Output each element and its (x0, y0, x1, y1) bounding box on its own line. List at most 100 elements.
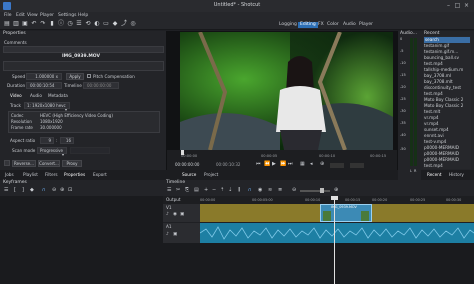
fast-forward-icon[interactable]: ⏩ (280, 162, 286, 167)
tab-filters[interactable]: Filters (45, 172, 58, 177)
rewind-icon[interactable]: ⏪ (264, 162, 270, 167)
toggle-icon[interactable]: ◆ (30, 188, 34, 193)
list-item[interactable]: p0000-MERMAID (424, 145, 459, 150)
menu-view[interactable]: View (27, 13, 38, 19)
layout-color[interactable]: Color (327, 22, 339, 28)
apply-button[interactable]: Apply (66, 73, 84, 80)
aspect-width-input[interactable]: 9 (40, 137, 54, 144)
timeline-playhead-handle[interactable] (331, 196, 338, 200)
tab-metadata[interactable]: Metadata (48, 93, 68, 98)
tab-history[interactable]: History (449, 172, 464, 177)
video-preview[interactable] (180, 32, 393, 150)
field-order-select[interactable] (70, 147, 110, 154)
out-point-field[interactable] (350, 163, 364, 168)
speed-input[interactable]: 1.000000 x (26, 73, 62, 80)
overwrite-icon[interactable]: ⇣ (228, 188, 232, 193)
menu-help[interactable]: Help (78, 13, 88, 19)
lift-icon[interactable]: ⇡ (220, 188, 224, 193)
timeline-playhead[interactable] (334, 196, 335, 284)
list-item[interactable]: test.mlt (424, 109, 440, 114)
scan-mode-select[interactable]: Progressive ▾ (37, 147, 67, 157)
tab-export[interactable]: Export (93, 172, 107, 177)
open-other-icon[interactable]: ▥ (12, 21, 20, 29)
layout-fx[interactable]: FX (318, 22, 324, 28)
zoom-in-icon[interactable]: ⊕ (60, 188, 64, 193)
recent-icon[interactable]: ◷ (66, 21, 74, 29)
append-icon[interactable]: + (204, 188, 208, 193)
skip-start-icon[interactable]: ⏮ (256, 162, 261, 167)
reverse-icon[interactable] (4, 160, 10, 166)
list-item[interactable]: test.mp4 (424, 61, 443, 66)
cut-icon[interactable]: ✂ (176, 188, 180, 193)
export-icon[interactable]: ⤴ (120, 21, 128, 29)
ripple-icon[interactable]: ≋ (268, 188, 272, 193)
list-item[interactable]: bay_3708.mlt (424, 79, 453, 84)
menu-settings[interactable]: Settings (58, 13, 76, 19)
list-item[interactable]: vr.mp4 (424, 121, 439, 126)
open-file-icon[interactable]: ▤ (3, 21, 11, 29)
comments-field[interactable] (3, 46, 164, 53)
undo-icon[interactable]: ↶ (30, 21, 38, 29)
audio-track-a1[interactable] (199, 223, 474, 243)
tab-playlist[interactable]: Playlist (23, 172, 38, 177)
list-item[interactable]: test-v.mp4 (424, 139, 446, 144)
filters-icon[interactable]: ◐ (93, 21, 101, 29)
zoom-in-icon[interactable]: ⊕ (334, 188, 338, 193)
zoom-slider[interactable] (300, 190, 330, 192)
zoom-slider-handle[interactable] (320, 188, 324, 193)
list-item[interactable]: discontinuity_test (424, 85, 461, 90)
list-item[interactable]: test.mp4 (424, 163, 443, 168)
jobs-icon[interactable]: ◎ (129, 21, 137, 29)
properties-icon[interactable]: ⓘ (57, 21, 65, 29)
lock-icon[interactable]: ▣ (173, 232, 177, 238)
playlist-icon[interactable]: ☰ (75, 21, 83, 29)
zoom-out-icon[interactable]: ⊖ (52, 188, 56, 193)
prev-keyframe-icon[interactable]: [ (14, 188, 16, 193)
hide-icon[interactable]: ◉ (173, 212, 177, 218)
peak-meter-icon[interactable]: ▮ (48, 21, 56, 29)
copy-icon[interactable]: ⎘ (185, 188, 189, 193)
tab-audio[interactable]: Audio (30, 93, 42, 98)
layout-player[interactable]: Player (359, 22, 373, 28)
list-item[interactable]: Moto Boy Classic 2 (424, 103, 463, 108)
layout-editing[interactable]: Editing (298, 21, 318, 28)
list-item[interactable]: vr.mp4 (424, 115, 439, 120)
timeline-position-input[interactable]: 00:00:00:00 (83, 82, 119, 89)
reverse-button[interactable]: Reverse... (12, 160, 36, 167)
menu-player[interactable]: Player (40, 13, 54, 19)
menu-icon[interactable]: ☰ (167, 188, 171, 193)
list-item[interactable]: testanim.gif.m... (424, 49, 458, 54)
zoom-out-icon[interactable]: ⊖ (292, 188, 296, 193)
ripple-all-icon[interactable]: ≣ (278, 188, 282, 193)
minimize-icon[interactable]: – (445, 3, 452, 9)
next-keyframe-icon[interactable]: ] (22, 188, 24, 193)
split-icon[interactable]: ⫼ (238, 188, 240, 193)
maximize-icon[interactable]: □ (454, 3, 461, 9)
snap-icon[interactable]: ∩ (248, 188, 252, 193)
keyframes-icon[interactable]: ◆ (111, 21, 119, 29)
menu-file[interactable]: File (4, 13, 12, 19)
list-item[interactable]: bay_3708.ml (424, 73, 451, 78)
menu-edit[interactable]: Edit (16, 13, 25, 19)
list-item[interactable]: ennnt.avi (424, 133, 444, 138)
track-select[interactable]: 1: 1920x1080 hevc ▾ (24, 102, 70, 112)
aspect-height-input[interactable]: 16 (60, 137, 74, 144)
tab-jobs[interactable]: Jobs (5, 172, 14, 177)
menu-icon[interactable]: ☰ (4, 188, 8, 193)
grid-icon[interactable]: ▦ (300, 162, 305, 167)
duration-input[interactable]: 00:00:10:54 (26, 82, 62, 89)
tab-recent[interactable]: Recent (427, 172, 441, 177)
layout-audio[interactable]: Audio (343, 22, 356, 28)
list-item[interactable]: test.mp4 (424, 91, 443, 96)
tab-video[interactable]: Video (10, 93, 22, 98)
list-item[interactable]: testanim.gif (424, 43, 449, 48)
pitch-compensation-checkbox[interactable] (87, 74, 91, 78)
snap-icon[interactable]: ∩ (42, 188, 46, 193)
list-item[interactable]: p0000-MERMAID (424, 157, 459, 162)
tab-source[interactable]: Source (182, 172, 196, 177)
remove-icon[interactable]: − (212, 188, 216, 193)
save-icon[interactable]: ▣ (21, 21, 29, 29)
play-icon[interactable]: ▶ (272, 162, 276, 167)
lock-icon[interactable]: ▣ (180, 212, 184, 218)
proxy-button[interactable]: Proxy (62, 160, 82, 167)
